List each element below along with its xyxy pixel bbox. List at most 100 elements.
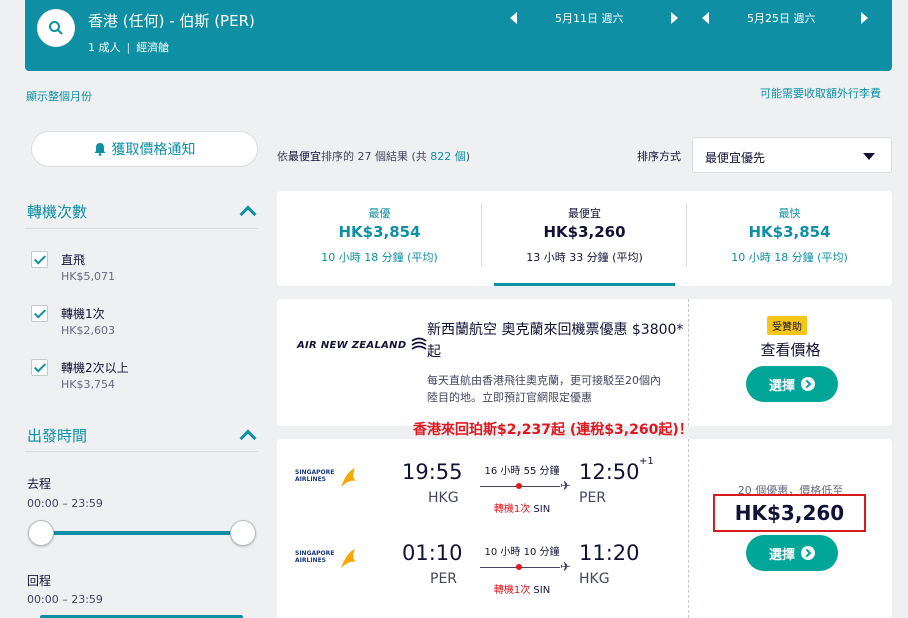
stop-dot: [516, 483, 522, 489]
tab-title: 最優: [368, 207, 391, 220]
stop-dot: [516, 564, 522, 570]
sort-dropdown[interactable]: 最便宜優先: [692, 137, 892, 173]
tab-cheapest[interactable]: 最便宜 HK$3,260 13 小時 33 分鐘 (平均): [482, 191, 687, 286]
passenger-cabin[interactable]: 1 成人 | 經濟艙: [88, 39, 169, 55]
lowest-price: HK$3,260: [713, 494, 866, 532]
singapore-airlines-logo: SINGAPORE AIRLINES: [295, 549, 365, 568]
select-label: 選擇: [768, 378, 795, 394]
flight-select-button[interactable]: 選擇: [746, 535, 838, 571]
route-line: [480, 564, 560, 570]
route-text[interactable]: 香港 (任何) - 伯斯 (PER): [88, 10, 255, 31]
results-total: 822 個: [430, 150, 466, 163]
stop-info: 轉機1次 SIN: [477, 581, 567, 596]
arrow-right-icon: [801, 377, 815, 391]
airline-logo-text: AIR NEW ZEALAND: [297, 340, 407, 351]
results-prefix: 依: [277, 150, 288, 163]
tab-duration: 10 小時 18 分鐘 (平均): [731, 251, 848, 264]
tab-best[interactable]: 最優 HK$3,854 10 小時 18 分鐘 (平均): [277, 191, 482, 286]
outbound-label: 去程: [27, 477, 52, 491]
results-suffix: ): [465, 150, 471, 163]
promo-annotation: 香港來回珀斯$2,237起 (連稅$3,260起)！: [413, 422, 693, 438]
stops-title: 轉機次數: [27, 203, 88, 221]
leg-duration: 16 小時 55 分鐘: [484, 466, 560, 477]
sponsored-ad-card[interactable]: AIR NEW ZEALAND 新西蘭航空 奧克蘭來回機票優惠 $3800*起 …: [277, 299, 892, 426]
bird-logo-icon: [341, 549, 356, 568]
tab-price: HK$3,854: [338, 223, 421, 241]
day-offset: +1: [639, 456, 654, 467]
return-prev-icon[interactable]: [702, 12, 709, 24]
return-label: 回程: [27, 574, 52, 588]
stop-count: 轉機1次: [493, 585, 531, 596]
leg-duration: 10 小時 10 分鐘: [484, 547, 560, 558]
search-summary-bar[interactable]: 香港 (任何) - 伯斯 (PER) 1 成人 | 經濟艙 5月11日 週六 5月2…: [25, 0, 892, 71]
tab-duration: 13 小時 33 分鐘 (平均): [526, 251, 643, 264]
return-next-icon[interactable]: [861, 12, 868, 24]
search-icon[interactable]: [37, 9, 75, 47]
ad-title[interactable]: 新西蘭航空 奧克蘭來回機票優惠 $3800*起: [427, 319, 687, 363]
flight-result-card[interactable]: SINGAPORE AIRLINES 19:55 HKG 16 小時 55 分鐘…: [277, 439, 892, 618]
separator: |: [126, 41, 131, 54]
departure-airport: PER: [430, 571, 458, 587]
arrival-airport: PER: [579, 490, 607, 506]
dropdown-caret-icon: [863, 153, 875, 160]
ad-description: 每天直航由香港飛往奧克蘭，更可接駁至20個內陸目的地。立即預訂官網限定優惠: [427, 374, 661, 404]
outbound-slider-track[interactable]: [40, 531, 243, 535]
collapse-times-icon[interactable]: [239, 429, 257, 447]
ad-cta-panel: 受贊助 查看價格 選擇: [688, 299, 892, 426]
tab-fastest[interactable]: 最快 HK$3,854 10 小時 18 分鐘 (平均): [687, 191, 892, 286]
active-tab-indicator: [494, 283, 675, 286]
tab-title: 最快: [778, 207, 801, 220]
depart-next-icon[interactable]: [671, 12, 678, 24]
plane-icon: ✈: [560, 560, 571, 575]
results-middle: 排序的 27 個結果 (共: [321, 150, 427, 163]
ad-select-button[interactable]: 選擇: [746, 366, 838, 402]
departure-airport: HKG: [428, 490, 459, 506]
select-label: 選擇: [768, 547, 795, 563]
divider: [25, 451, 258, 452]
route-line: [480, 483, 560, 489]
outbound-slider-end-handle[interactable]: [230, 520, 256, 546]
checkbox-two-plus-stops[interactable]: [31, 359, 48, 376]
return-range: 00:00 – 23:59: [27, 593, 103, 606]
stop-airport: SIN: [533, 504, 551, 515]
cabin-class: 經濟艙: [136, 41, 170, 54]
times-title: 出發時間: [27, 427, 88, 445]
results-summary: 依最便宜排序的 27 個結果 (共 822 個): [277, 148, 470, 164]
outbound-slider-start-handle[interactable]: [28, 520, 54, 546]
checkbox-direct[interactable]: [31, 251, 48, 268]
outbound-range: 00:00 – 23:59: [27, 497, 103, 510]
depart-date[interactable]: 5月11日 週六: [555, 10, 624, 26]
singapore-airlines-logo: SINGAPORE AIRLINES: [295, 468, 365, 487]
filter-price: HK$2,603: [61, 324, 115, 337]
arrival-time: 12:50: [579, 460, 640, 484]
extra-fees-link[interactable]: 可能需要收取額外行李費: [760, 85, 881, 101]
price-alert-button[interactable]: 獲取價格通知: [31, 131, 258, 167]
show-month-link[interactable]: 顯示整個月份: [26, 88, 92, 104]
tab-price: HK$3,854: [748, 223, 831, 241]
stop-count: 轉機1次: [493, 504, 531, 515]
arrival-time: 11:20: [579, 541, 640, 565]
checkbox-one-stop[interactable]: [31, 305, 48, 322]
tab-price: HK$3,260: [543, 223, 626, 241]
divider: [25, 228, 258, 229]
sort-tabs: 最優 HK$3,854 10 小時 18 分鐘 (平均) 最便宜 HK$3,26…: [277, 191, 892, 286]
koru-icon: [411, 337, 427, 350]
stop-airport: SIN: [533, 585, 551, 596]
filter-price: HK$3,754: [61, 378, 115, 391]
plane-icon: ✈: [560, 479, 571, 494]
filter-label: 直飛: [61, 253, 86, 267]
price-panel: 20 個優惠，價格低至 HK$3,260 選擇: [688, 439, 892, 618]
stop-info: 轉機1次 SIN: [477, 500, 567, 515]
air-new-zealand-logo: AIR NEW ZEALAND: [297, 337, 428, 353]
filter-label: 轉機2次以上: [61, 361, 129, 375]
results-sort-word: 最便宜: [288, 150, 321, 163]
departure-time: 01:10: [402, 541, 463, 565]
outbound-leg: SINGAPORE AIRLINES 19:55 HKG 16 小時 55 分鐘…: [277, 454, 687, 515]
bird-logo-icon: [341, 468, 356, 487]
return-date[interactable]: 5月25日 週六: [747, 10, 816, 26]
depart-prev-icon[interactable]: [510, 12, 517, 24]
return-leg: SINGAPORE AIRLINES 01:10 PER 10 小時 10 分鐘…: [277, 535, 687, 596]
tab-title: 最便宜: [568, 207, 601, 220]
arrow-right-icon: [801, 546, 815, 560]
collapse-stops-icon[interactable]: [239, 205, 257, 223]
